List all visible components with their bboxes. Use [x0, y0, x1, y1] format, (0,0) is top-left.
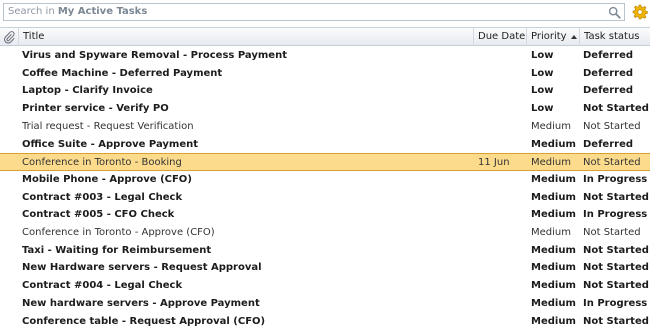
table-row[interactable]: Contract #003 - Legal Check Medium Not Sta… [0, 189, 650, 207]
column-header-priority[interactable]: Priority [527, 28, 580, 46]
task-priority: Medium [531, 227, 571, 238]
task-title: Taxi - Waiting for Reimbursement [22, 244, 212, 256]
task-priority: Medium [531, 138, 576, 150]
table-row[interactable]: Printer service - Verify PO Low Not Starte… [0, 100, 650, 119]
task-status: Not Started [583, 191, 649, 203]
task-priority: Medium [531, 297, 576, 309]
table-row[interactable]: Contract #004 - Legal Check Medium Not Sta… [0, 277, 650, 296]
task-due-date [478, 242, 528, 259]
task-due-date [478, 206, 528, 223]
task-status: Not Started [583, 244, 649, 256]
task-title: Contract #005 - CFO Check [22, 209, 175, 221]
task-due-date [478, 171, 528, 188]
task-title: Conference in Toronto - Booking [22, 157, 182, 169]
task-status: Not Started [583, 227, 641, 238]
task-status: In Progress [583, 173, 648, 185]
task-status: Not Started [583, 280, 649, 292]
task-due-date [478, 47, 528, 64]
task-title: Printer service - Verify PO [22, 103, 169, 115]
task-due-date [478, 100, 528, 117]
task-priority: Low [531, 50, 554, 61]
column-header-attachment[interactable] [0, 28, 19, 46]
search-icon[interactable] [608, 6, 621, 19]
search-bar: Search in My Active Tasks [0, 0, 650, 25]
task-priority: Medium [531, 262, 576, 274]
table-row[interactable]: New hardware servers - Approve Payment Me… [0, 295, 650, 313]
task-priority: Low [531, 103, 554, 115]
task-priority: Medium [531, 315, 576, 327]
column-header-title[interactable]: Title [19, 28, 474, 46]
task-due-date [478, 65, 528, 82]
grid-header: Title Due Date Priority Task status [0, 27, 650, 46]
task-status: In Progress [583, 209, 648, 221]
search-input[interactable]: Search in My Active Tasks [3, 3, 625, 21]
column-header-status[interactable]: Task status [580, 28, 650, 46]
task-status: Deferred [583, 67, 634, 79]
table-row[interactable]: Laptop - Clarify Invoice Low Deferred [0, 82, 650, 101]
paperclip-icon [4, 31, 15, 44]
task-status: Not Started [583, 120, 641, 132]
task-title: Trial request - Request Verification [22, 120, 194, 132]
task-due-date [478, 136, 528, 153]
task-title: Office Suite - Approve Payment [22, 138, 199, 150]
task-status: Deferred [583, 50, 634, 61]
task-status: Not Started [583, 157, 641, 169]
task-title: Contract #003 - Legal Check [22, 191, 183, 203]
column-header-due-date[interactable]: Due Date [474, 28, 527, 46]
task-title: Conference table - Request Approval (CFO… [22, 315, 266, 327]
task-due-date [478, 295, 528, 312]
table-row[interactable]: Virus and Spyware Removal - Process Paym… [0, 47, 650, 65]
task-status: Deferred [583, 138, 634, 150]
table-row[interactable]: Mobile Phone - Approve (CFO) Medium In Pro… [0, 171, 650, 189]
task-priority: Medium [531, 120, 571, 132]
task-title: New hardware servers - Approve Payment [22, 297, 260, 309]
task-due-date [478, 189, 528, 206]
table-row[interactable]: Conference table - Request Approval (CFO… [0, 313, 650, 327]
search-placeholder: Search in My Active Tasks [8, 6, 148, 17]
task-status: Deferred [583, 85, 634, 97]
task-status: In Progress [583, 297, 648, 309]
task-priority: Medium [531, 157, 571, 169]
task-priority: Low [531, 67, 554, 79]
task-title: Mobile Phone - Approve (CFO) [22, 173, 192, 185]
priority-header-label: Priority [531, 31, 567, 42]
table-row[interactable]: Coffee Machine - Deferred Payment Low Defe… [0, 65, 650, 83]
task-due-date: 11 Jun [478, 157, 510, 169]
task-due-date [478, 118, 528, 135]
task-due-date [478, 313, 528, 327]
table-row[interactable]: Conference in Toronto - Approve (CFO) Med… [0, 224, 650, 242]
task-status: Not Started [583, 262, 649, 274]
task-title: Contract #004 - Legal Check [22, 280, 183, 292]
task-priority: Medium [531, 209, 576, 221]
task-priority: Medium [531, 244, 576, 256]
task-title: Coffee Machine - Deferred Payment [22, 67, 223, 79]
sort-ascending-icon [571, 35, 577, 39]
table-row[interactable]: Conference in Toronto - Booking 11 Jun Med… [0, 153, 650, 172]
task-due-date [478, 82, 528, 99]
task-due-date [478, 224, 528, 241]
table-row[interactable]: New Hardware servers - Request Approval M… [0, 259, 650, 278]
task-title: Conference in Toronto - Approve (CFO) [22, 227, 215, 238]
task-status: Not Started [583, 103, 649, 115]
table-row[interactable]: Office Suite - Approve Payment Medium Defe… [0, 136, 650, 154]
gear-icon[interactable] [632, 4, 648, 20]
task-status: Not Started [583, 315, 649, 327]
task-priority: Medium [531, 173, 576, 185]
table-row[interactable]: Taxi - Waiting for Reimbursement Medium No… [0, 242, 650, 260]
task-priority: Low [531, 85, 554, 97]
task-title: Laptop - Clarify Invoice [22, 85, 153, 97]
table-row[interactable]: Trial request - Request Verification Medi… [0, 118, 650, 136]
task-due-date [478, 259, 528, 276]
task-due-date [478, 277, 528, 294]
table-row[interactable]: Contract #005 - CFO Check Medium In Progre… [0, 206, 650, 225]
task-priority: Medium [531, 280, 576, 292]
task-title: Virus and Spyware Removal - Process Paym… [22, 50, 287, 61]
task-title: New Hardware servers - Request Approval [22, 262, 262, 274]
task-priority: Medium [531, 191, 576, 203]
